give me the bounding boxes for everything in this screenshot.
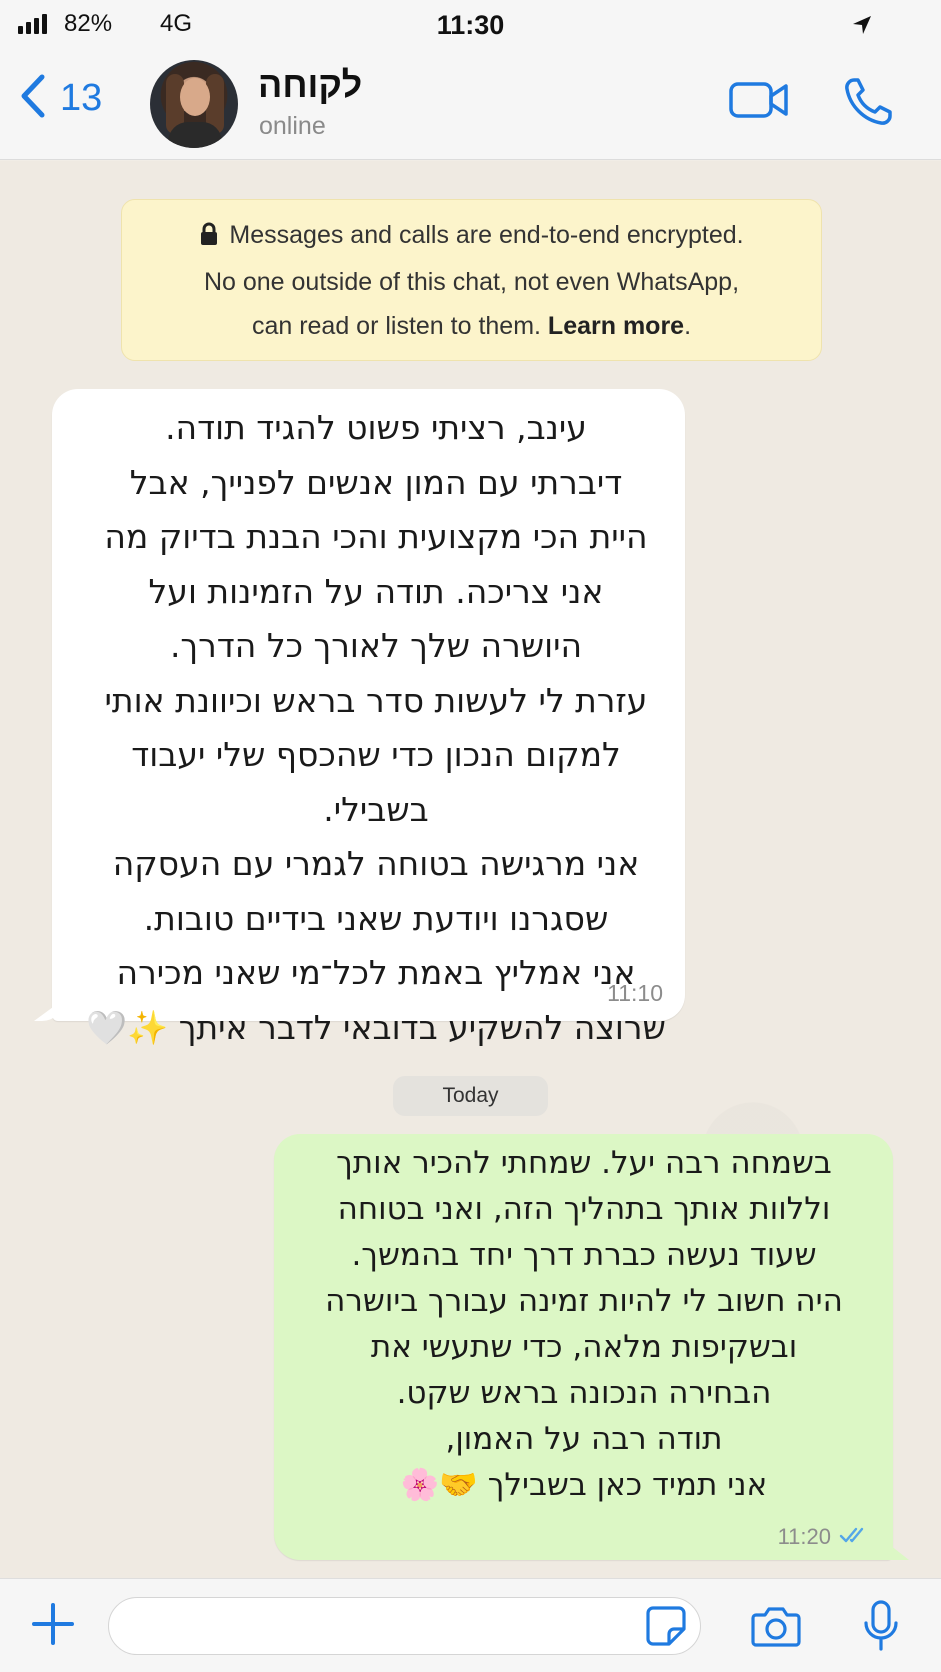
contact-status: online (259, 112, 326, 140)
incoming-message[interactable]: עינב, רציתי פשוט להגיד תודה. דיברתי עם ה… (52, 389, 685, 1047)
learn-more-link[interactable]: Learn more (548, 312, 684, 340)
status-time: 11:30 (436, 10, 505, 40)
location-arrow-icon (851, 14, 873, 41)
sticker-button[interactable] (645, 1605, 687, 1652)
outgoing-message-time: 11:20 (777, 1524, 831, 1549)
camera-icon (751, 1607, 801, 1647)
encryption-line-2: No one outside of this chat, not even Wh… (203, 268, 740, 296)
plus-icon (32, 1603, 74, 1645)
sticker-icon (646, 1606, 686, 1646)
date-separator: Today (393, 1076, 548, 1116)
outgoing-message-text: בשמחה רבה יעל. שמחתי להכיר אותך וללוות א… (325, 1145, 843, 1503)
unread-count: 13 (60, 77, 103, 119)
chevron-left-icon (20, 74, 46, 123)
contact-name[interactable]: לקוחה (258, 64, 362, 106)
microphone-button[interactable] (862, 1599, 900, 1658)
video-call-button[interactable] (728, 78, 790, 127)
microphone-icon (864, 1600, 898, 1651)
encryption-notice[interactable]: Messages and calls are end-to-end encryp… (121, 199, 822, 361)
phone-icon (845, 78, 892, 125)
voice-call-button[interactable] (842, 76, 894, 133)
encryption-period: . (684, 312, 692, 340)
status-bar: 82% 4G 11:30 (0, 0, 941, 50)
chat-area[interactable]: Messages and calls are end-to-end encryp… (0, 161, 941, 1578)
back-button[interactable]: 13 (20, 74, 102, 123)
attach-button[interactable] (30, 1601, 76, 1652)
lock-icon (199, 216, 219, 260)
video-camera-icon (729, 82, 788, 118)
encryption-line-3: can read or listen to them. (251, 312, 548, 340)
encryption-line-1: Messages and calls are end-to-end encryp… (229, 221, 744, 249)
incoming-message-text: עינב, רציתי פשוט להגיד תודה. דיברתי עם ה… (86, 408, 666, 1047)
double-check-read-icon (839, 1525, 869, 1550)
message-input[interactable] (108, 1597, 701, 1655)
outgoing-message[interactable]: בשמחה רבה יעל. שמחתי להכיר אותך וללוות א… (274, 1134, 893, 1560)
chat-header: 13 לקוחה online (0, 50, 941, 160)
input-bar (0, 1578, 941, 1672)
avatar[interactable] (150, 60, 238, 148)
camera-button[interactable] (750, 1603, 802, 1654)
incoming-message-time: 11:10 (607, 980, 663, 1006)
outgoing-message-meta: 11:20 (778, 1524, 869, 1550)
